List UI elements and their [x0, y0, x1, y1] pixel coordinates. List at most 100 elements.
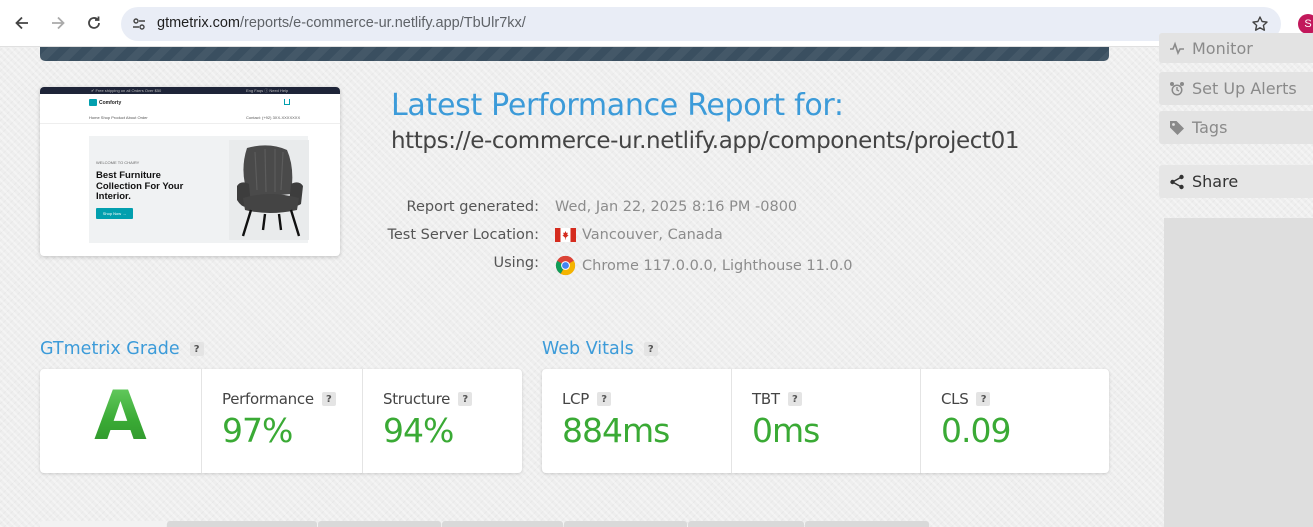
sidebar-item-label: Share [1192, 172, 1239, 191]
meta-label: Report generated: [406, 199, 539, 215]
lcp-label-row: LCP ? [562, 390, 611, 408]
sidebar-item-label: Tags [1192, 118, 1228, 137]
star-icon [1252, 16, 1268, 31]
sidebar-item-set-up-alerts[interactable]: Set Up Alerts [1159, 72, 1313, 105]
thumbnail-headline: Best Furniture Collection For Your Inter… [96, 170, 184, 202]
sofa-icon [89, 99, 97, 106]
tbt-value: 0ms [752, 411, 820, 450]
web-vitals-heading: Web Vitals ? [542, 339, 658, 359]
thumbnail-topbar [40, 87, 340, 94]
arrow-right-icon [52, 16, 65, 30]
header-banner [40, 47, 1109, 61]
tab-stub[interactable] [318, 521, 441, 527]
tab-stub[interactable] [442, 521, 563, 527]
meta-label: Test Server Location: [387, 227, 539, 243]
meta-value: Vancouver, Canada [555, 227, 723, 243]
meta-row-using: Using: Chrome 117.0.0.0, Lighthouse 11.0… [0, 255, 1313, 277]
thumbnail-welcome: WELCOME TO CHAIRY [96, 160, 140, 165]
thumbnail-contact: Contact: (+92) 3XX-XXXXXXX [246, 115, 301, 120]
tag-icon [1169, 120, 1185, 136]
site-info-button[interactable] [129, 14, 149, 34]
performance-value: 97% [222, 411, 293, 450]
sidebar-item-monitor[interactable]: Monitor [1159, 33, 1313, 63]
meta-value: Wed, Jan 22, 2025 8:16 PM -0800 [555, 199, 797, 215]
url-path: /reports/e-commerce-ur.netlify.app/TbUlr… [240, 15, 526, 31]
reload-button[interactable] [82, 11, 106, 35]
alarm-clock-icon [1169, 81, 1185, 97]
cls-cell: CLS ? 0.09 [920, 369, 1109, 473]
meta-row-location: Test Server Location: Vancouver, Canada [0, 227, 1313, 249]
meta-value: Chrome 117.0.0.0, Lighthouse 11.0.0 [555, 255, 853, 276]
tune-icon [133, 18, 145, 30]
sidebar-item-label: Set Up Alerts [1192, 79, 1297, 98]
reload-icon [88, 16, 100, 29]
cls-label: CLS [941, 390, 969, 408]
thumbnail-topbar-left: ✔ Free shipping on all Orders Over $50 [91, 88, 162, 93]
lcp-cell: LCP ? 884ms [542, 369, 731, 473]
meta-row-generated: Report generated: Wed, Jan 22, 2025 8:16… [0, 199, 1313, 221]
sidebar-item-tags[interactable]: Tags [1159, 111, 1313, 144]
structure-label-row: Structure ? [383, 390, 473, 408]
sidebar-item-label: Monitor [1192, 38, 1253, 58]
help-icon[interactable]: ? [643, 342, 658, 356]
lcp-value: 884ms [562, 411, 670, 450]
cls-label-row: CLS ? [941, 390, 991, 408]
grade-cell: A [40, 369, 201, 473]
canada-flag-icon [555, 228, 576, 242]
back-button[interactable] [10, 11, 34, 35]
structure-cell: Structure ? 94% [362, 369, 522, 473]
report-url[interactable]: https://e-commerce-ur.netlify.app/compon… [391, 128, 1020, 154]
sidebar-item-share[interactable]: Share [1159, 165, 1313, 198]
tab-stub[interactable] [805, 521, 929, 527]
help-icon[interactable]: ? [787, 392, 802, 406]
meta-value-text: Chrome 117.0.0.0, Lighthouse 11.0.0 [582, 257, 853, 274]
arrow-left-icon [15, 16, 28, 30]
web-vitals-card: LCP ? 884ms TBT ? 0ms CLS ? 0.09 [542, 369, 1109, 473]
help-icon[interactable]: ? [321, 392, 336, 406]
performance-label-row: Performance ? [222, 390, 336, 408]
help-icon[interactable]: ? [458, 392, 473, 406]
meta-value-text: Vancouver, Canada [582, 227, 723, 243]
thumbnail-nav: Home Shop Product About Order [89, 115, 148, 120]
performance-cell: Performance ? 97% [201, 369, 362, 473]
sidebar-panel [1164, 218, 1313, 527]
tab-stub[interactable] [40, 521, 166, 527]
address-bar[interactable]: gtmetrix.com/reports/e-commerce-ur.netli… [121, 7, 1281, 41]
tbt-label: TBT [752, 390, 780, 408]
tab-stub[interactable] [564, 521, 687, 527]
url-text[interactable]: gtmetrix.com/reports/e-commerce-ur.netli… [157, 15, 526, 31]
gtmetrix-grade-card: A Performance ? 97% Structure ? 94% [40, 369, 522, 473]
thumbnail-logo: Comforty [89, 99, 121, 106]
tbt-cell: TBT ? 0ms [731, 369, 920, 473]
help-icon[interactable]: ? [596, 392, 611, 406]
bottom-tab-strip [40, 521, 1109, 527]
tab-stub[interactable] [167, 521, 317, 527]
url-host: gtmetrix.com [157, 15, 240, 31]
chrome-icon [555, 255, 576, 276]
tbt-label-row: TBT ? [752, 390, 802, 408]
help-icon[interactable]: ? [189, 342, 204, 356]
structure-label: Structure [383, 390, 451, 408]
grade-letter: A [40, 377, 201, 456]
meta-label: Using: [493, 255, 539, 271]
gtmetrix-grade-title: GTmetrix Grade [40, 339, 180, 359]
help-icon[interactable]: ? [976, 392, 991, 406]
thumbnail-topbar-right: Eng Faqs ⓘ Need Help [246, 88, 289, 93]
cls-value: 0.09 [941, 411, 1011, 450]
report-title: Latest Performance Report for: [391, 88, 844, 123]
bookmark-button[interactable] [1250, 14, 1270, 34]
structure-value: 94% [383, 411, 454, 450]
performance-label: Performance [222, 390, 314, 408]
lcp-label: LCP [562, 390, 589, 408]
cart-icon [284, 99, 290, 105]
tab-stub[interactable] [688, 521, 804, 527]
meta-value-text: Wed, Jan 22, 2025 8:16 PM -0800 [555, 199, 798, 215]
share-icon [1169, 174, 1185, 190]
gtmetrix-grade-heading: GTmetrix Grade ? [40, 339, 204, 359]
profile-avatar[interactable]: S [1298, 14, 1313, 34]
browser-toolbar: gtmetrix.com/reports/e-commerce-ur.netli… [0, 0, 1313, 47]
thumbnail-logo-text: Comforty [99, 99, 122, 106]
thumbnail-divider [40, 123, 340, 124]
forward-button[interactable] [46, 11, 70, 35]
web-vitals-title: Web Vitals [542, 339, 634, 359]
